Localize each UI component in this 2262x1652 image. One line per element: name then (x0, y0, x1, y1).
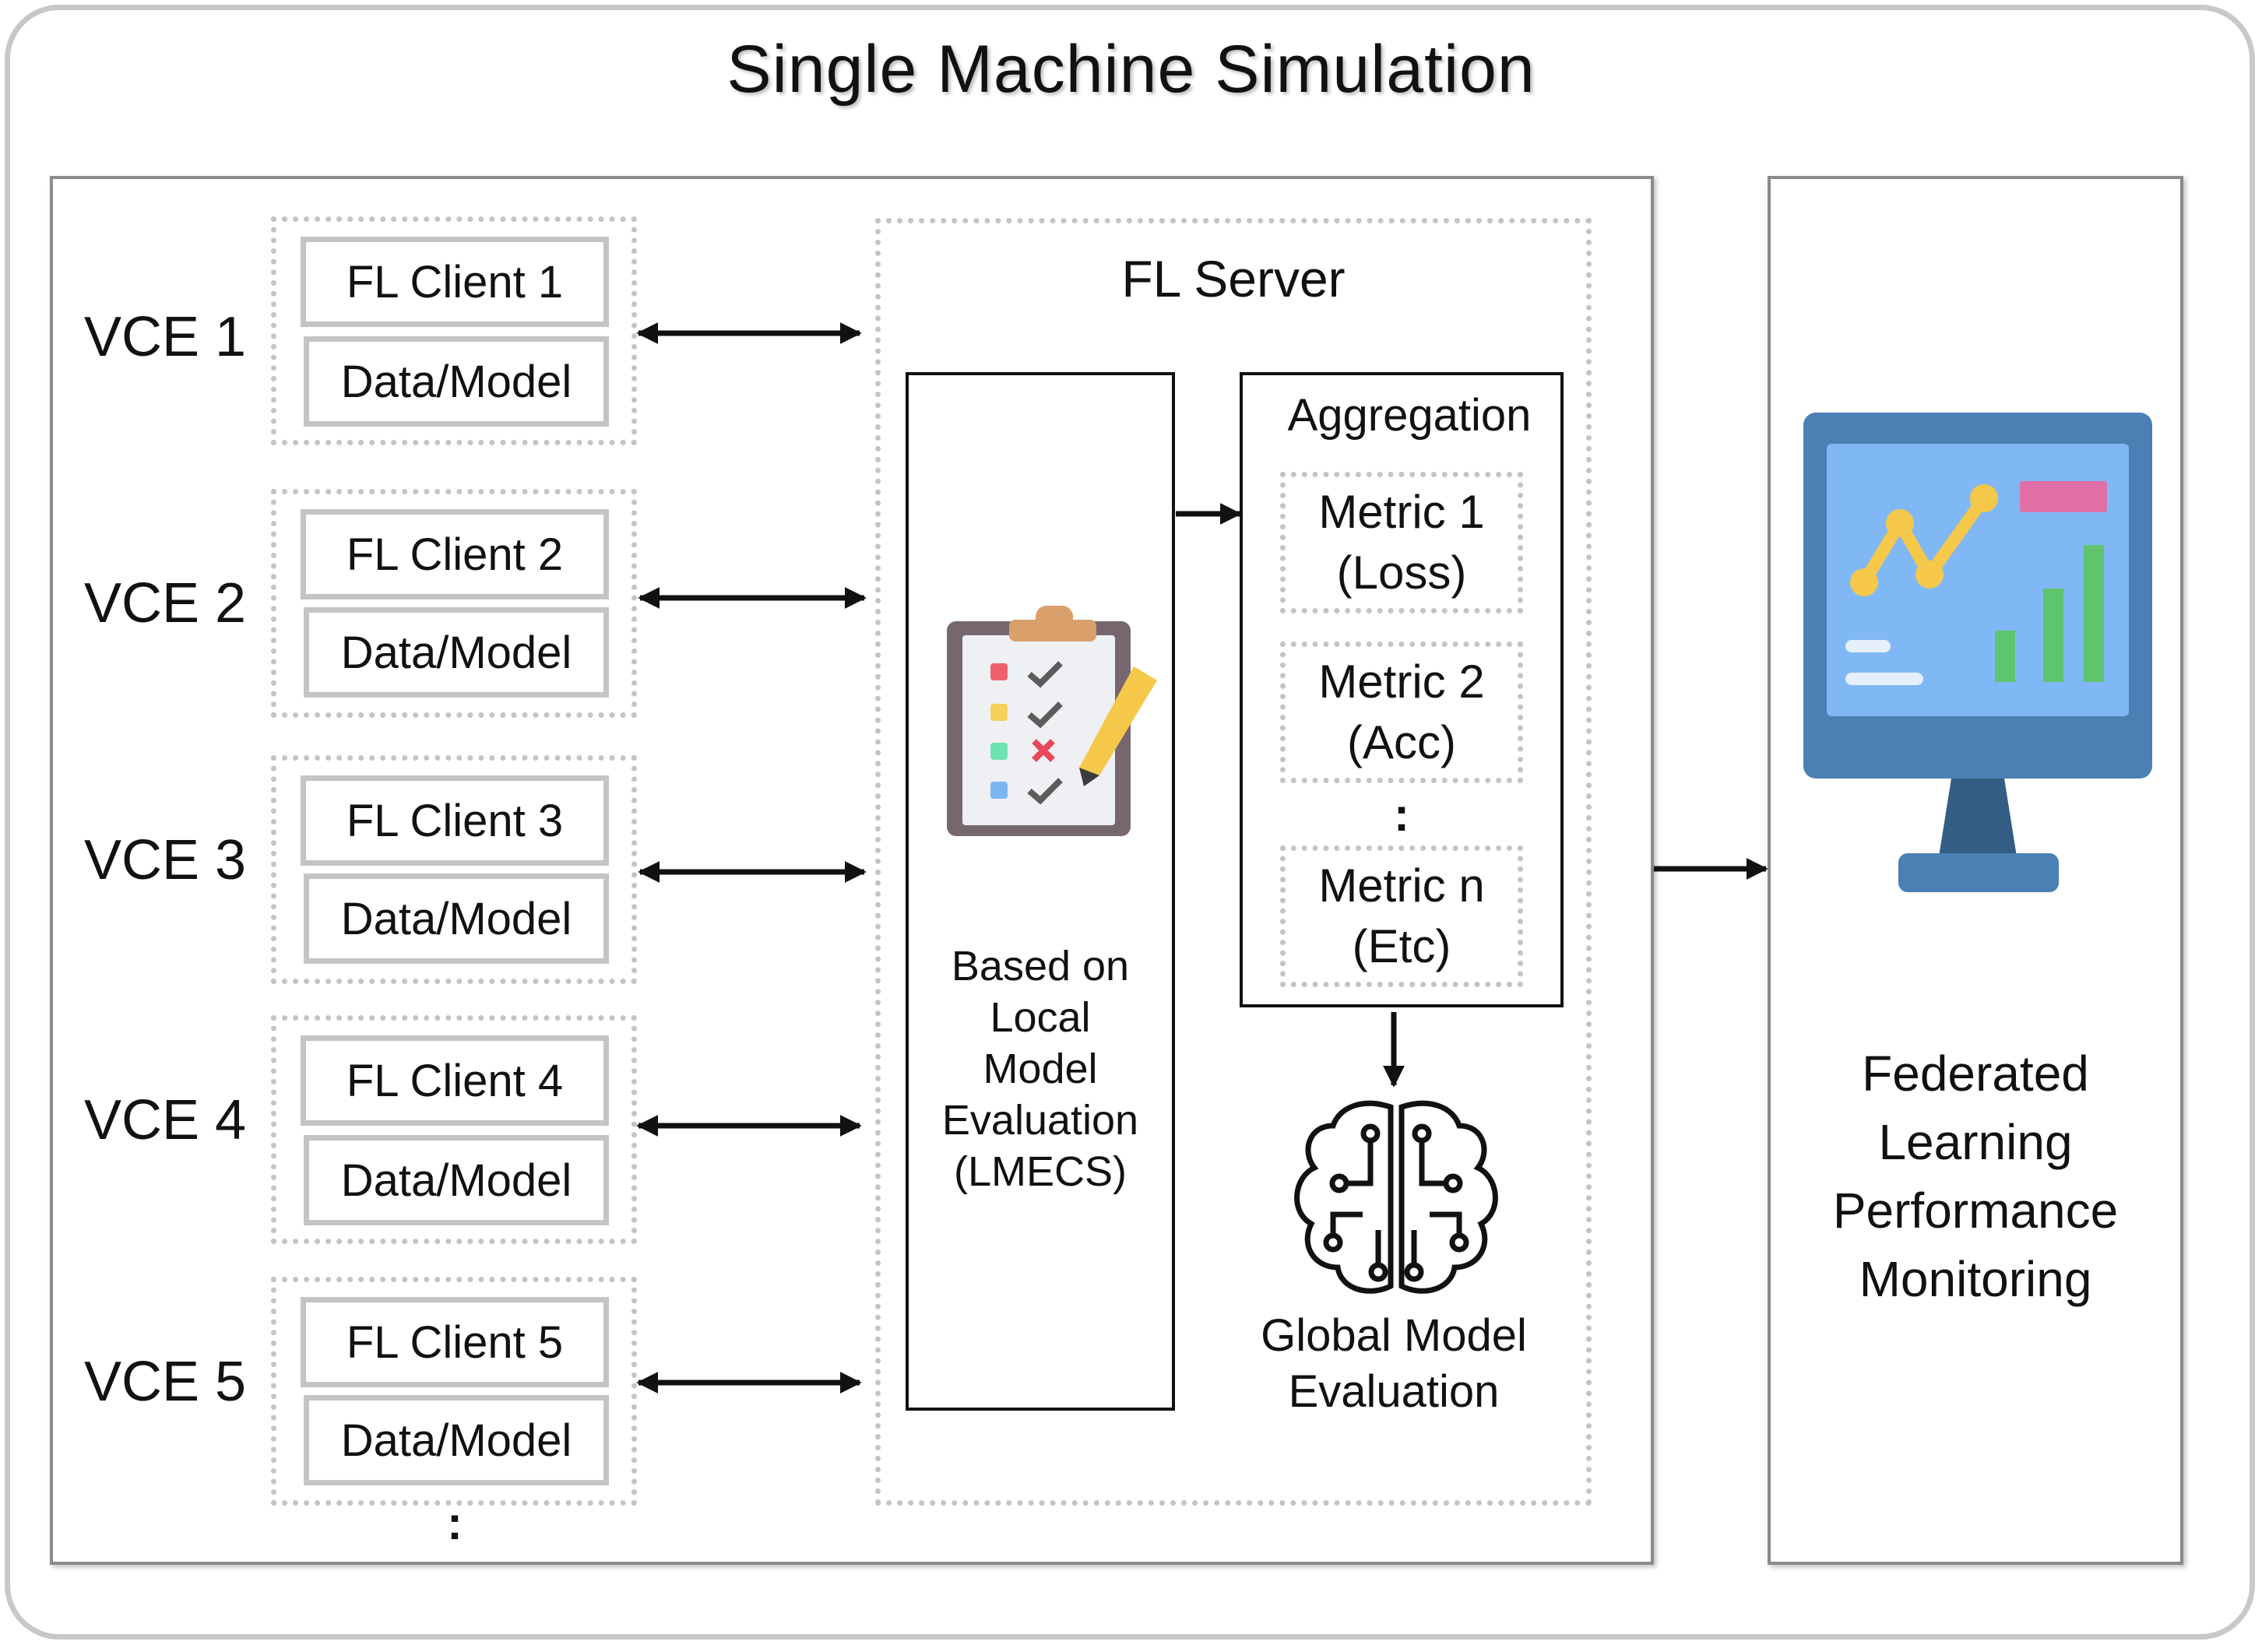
dashboard-monitor-icon (1803, 413, 2152, 892)
diagram-graphics (636, 322, 2152, 1394)
checklist-clipboard-icon (947, 606, 1157, 836)
circuit-brain-icon (1294, 1100, 1498, 1294)
